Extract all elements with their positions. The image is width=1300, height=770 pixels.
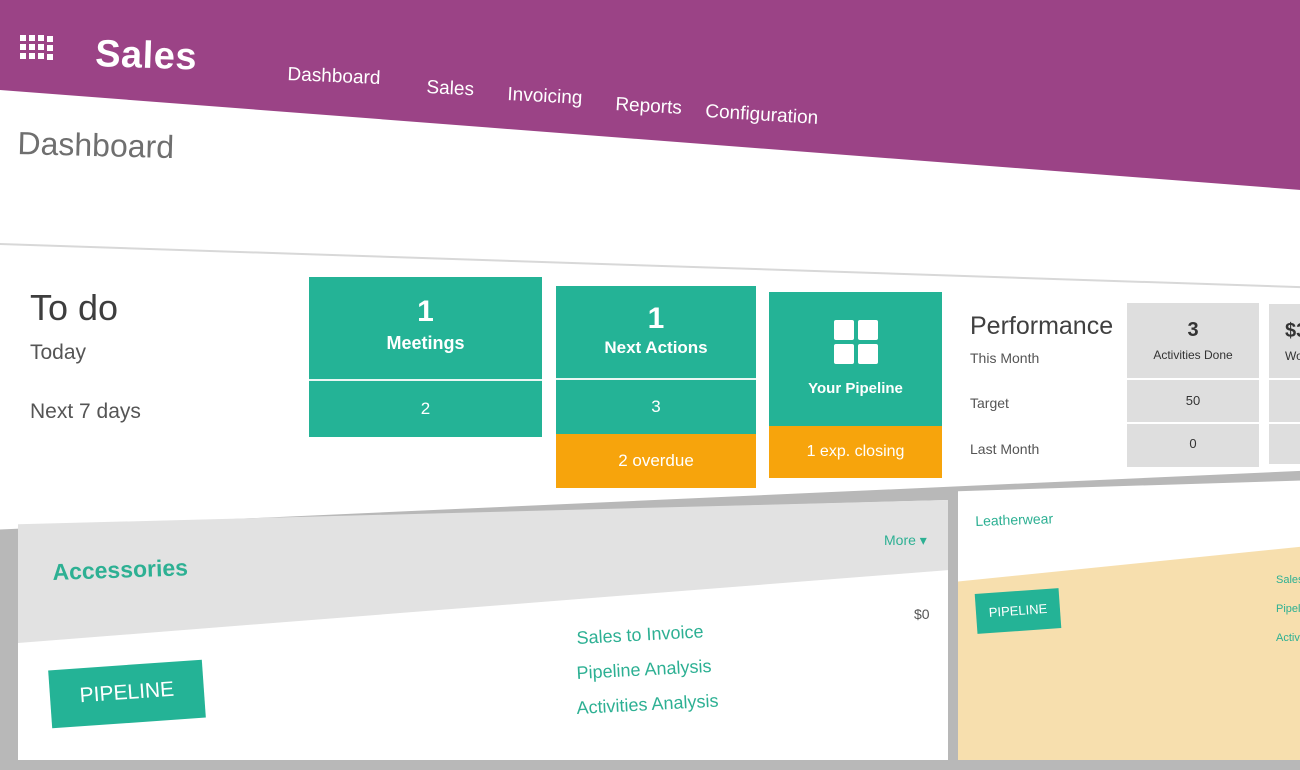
- won-last-month-cell[interactable]: [1269, 424, 1300, 464]
- next-actions-today-count: 1: [647, 302, 665, 335]
- nav-item-invoicing[interactable]: Invoicing: [507, 84, 583, 110]
- meetings-today-count: 1: [417, 295, 434, 328]
- leatherwear-link-activities[interactable]: Activi: [1276, 632, 1300, 644]
- activities-done-label: Activities Done: [1153, 348, 1233, 362]
- next-actions-label: Next Actions: [604, 338, 708, 357]
- won-label: Won: [1285, 349, 1300, 363]
- next-actions-today-tile[interactable]: 1 Next Actions: [556, 286, 756, 378]
- meetings-next7-tile[interactable]: 2: [309, 379, 542, 437]
- team-title-accessories[interactable]: Accessories: [52, 554, 188, 586]
- your-pipeline-tile[interactable]: Your Pipeline: [769, 292, 942, 426]
- perf-last-month-label: Last Month: [970, 441, 1040, 457]
- app-title: Sales: [94, 33, 198, 79]
- team-card-leatherwear-body: [958, 545, 1300, 760]
- todo-today-label: Today: [30, 341, 87, 364]
- perf-target-label: Target: [970, 395, 1009, 411]
- perf-this-month-label: This Month: [970, 350, 1040, 366]
- apps-menu-icon[interactable]: [20, 35, 53, 61]
- won-value: $3: [1285, 320, 1300, 342]
- leatherwear-pipeline-button[interactable]: PIPELINE: [974, 588, 1062, 634]
- meetings-label: Meetings: [386, 333, 465, 353]
- leatherwear-link-pipeline[interactable]: Pipel: [1276, 603, 1300, 615]
- page-title: Dashboard: [17, 125, 175, 166]
- team-amount: $0: [914, 606, 930, 622]
- more-dropdown[interactable]: More ▾: [884, 532, 927, 549]
- your-pipeline-label: Your Pipeline: [808, 380, 903, 397]
- todo-title: To do: [30, 287, 119, 328]
- won-cell[interactable]: $3 Won: [1269, 304, 1300, 378]
- header-divider: [0, 243, 1300, 289]
- nav-item-reports[interactable]: Reports: [615, 94, 683, 120]
- pipeline-button[interactable]: PIPELINE: [48, 659, 206, 729]
- todo-next7-label: Next 7 days: [30, 400, 141, 423]
- next-actions-next7-tile[interactable]: 3: [556, 378, 756, 434]
- leatherwear-link-sales[interactable]: Sales: [1276, 574, 1300, 586]
- team-title-leatherwear[interactable]: Leatherwear: [975, 510, 1053, 529]
- nav-item-sales[interactable]: Sales: [426, 77, 475, 101]
- activities-done-value: 3: [1187, 319, 1199, 341]
- nav-item-dashboard[interactable]: Dashboard: [287, 64, 381, 90]
- performance-title: Performance: [970, 312, 1114, 340]
- activities-done-cell[interactable]: 3 Activities Done: [1127, 303, 1259, 378]
- pipeline-closing-tile[interactable]: 1 exp. closing: [769, 426, 942, 478]
- activities-last-month-cell[interactable]: 0: [1127, 424, 1259, 467]
- meetings-today-tile[interactable]: 1 Meetings: [309, 277, 542, 379]
- next-actions-overdue-tile[interactable]: 2 overdue: [556, 434, 756, 488]
- activities-target-cell[interactable]: 50: [1127, 380, 1259, 422]
- pipeline-grid-icon: [833, 320, 878, 364]
- won-target-cell[interactable]: [1269, 380, 1300, 422]
